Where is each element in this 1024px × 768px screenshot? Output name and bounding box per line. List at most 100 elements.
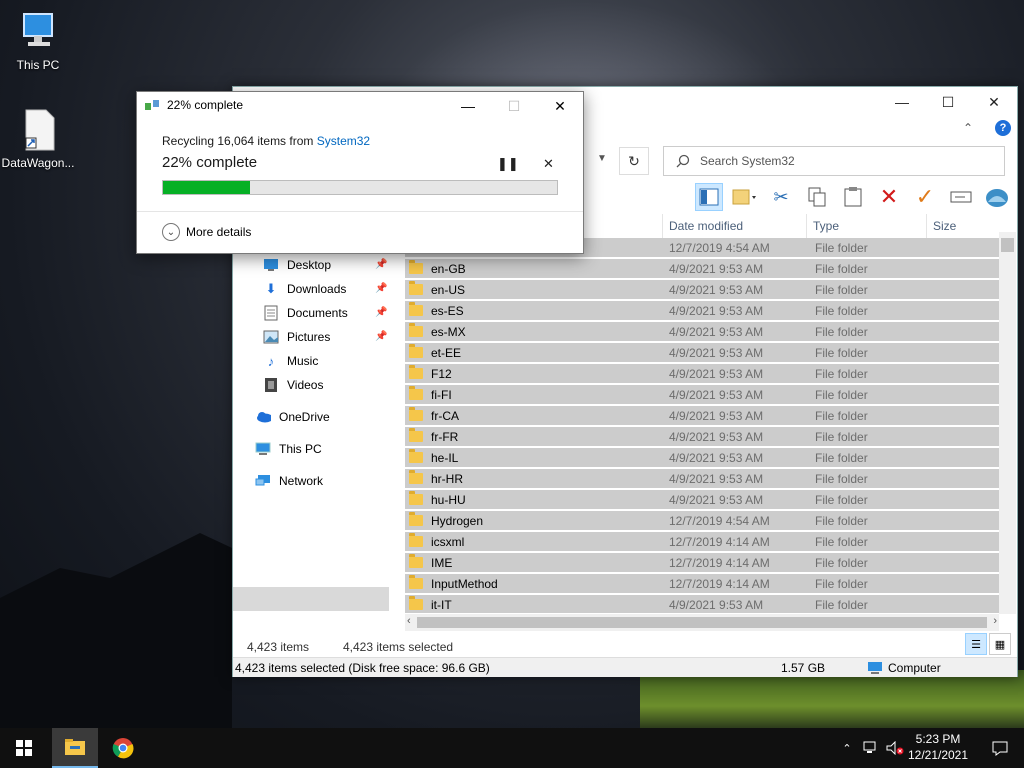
column-header-type[interactable]: Type — [807, 214, 927, 238]
nav-item-this-pc[interactable]: This PC — [255, 438, 322, 460]
file-type: File folder — [815, 240, 868, 255]
file-name-cell: Hydrogen — [405, 512, 663, 528]
pin-icon[interactable]: 📌 — [375, 283, 387, 294]
quick-toolbar: ✂ ✕ ✓ — [695, 183, 1011, 211]
minimize-button[interactable]: — — [879, 87, 925, 117]
taskbar-file-explorer[interactable] — [52, 728, 98, 768]
show-hidden-icons-icon[interactable]: ⌃ — [838, 728, 856, 768]
windows-logo-icon — [16, 740, 32, 756]
horizontal-scrollbar[interactable]: ‹ › — [405, 614, 999, 631]
large-icons-view-icon[interactable]: ▦ — [989, 633, 1011, 655]
progress-fill — [163, 181, 250, 194]
start-button[interactable] — [0, 728, 48, 768]
file-row[interactable]: fr-CA 4/9/2021 9:53 AM File folder — [405, 406, 999, 426]
pin-icon[interactable]: 📌 — [375, 259, 387, 270]
rename-icon[interactable] — [947, 183, 975, 211]
desktop-icon-datawagon[interactable]: DataWagon... — [0, 108, 76, 170]
more-details-button[interactable]: ⌄ More details — [162, 223, 251, 241]
file-type: File folder — [815, 387, 868, 402]
file-row[interactable]: it-IT 4/9/2021 9:53 AM File folder — [405, 595, 999, 613]
shell-icon[interactable] — [983, 183, 1011, 211]
maximize-button[interactable]: ☐ — [925, 87, 971, 117]
nav-item-network[interactable]: Network — [255, 470, 323, 492]
minimize-button[interactable]: — — [445, 92, 491, 120]
file-row[interactable]: hu-HU 4/9/2021 9:53 AM File folder — [405, 490, 999, 510]
file-name: es-ES — [431, 303, 464, 318]
window-controls: — ☐ ✕ — [879, 87, 1017, 117]
ribbon-collapse-icon[interactable]: ⌃ — [963, 121, 973, 135]
desktop-icon — [263, 257, 279, 273]
taskbar-chrome[interactable] — [100, 728, 146, 768]
file-type: File folder — [815, 471, 868, 486]
file-row[interactable]: F12 4/9/2021 9:53 AM File folder — [405, 364, 999, 384]
desktop-icon-this-pc[interactable]: This PC — [0, 10, 76, 72]
file-row[interactable]: fi-FI 4/9/2021 9:53 AM File folder — [405, 385, 999, 405]
file-date: 12/7/2019 4:14 AM — [669, 534, 770, 549]
cancel-button[interactable]: ✕ — [543, 156, 554, 172]
document-shortcut-icon — [25, 109, 55, 151]
chrome-icon — [112, 738, 134, 759]
file-row[interactable]: fr-FR 4/9/2021 9:53 AM File folder — [405, 427, 999, 447]
file-name-cell: it-IT — [405, 596, 663, 612]
scrollbar-thumb[interactable] — [1001, 238, 1014, 252]
preview-pane-icon[interactable] — [695, 183, 723, 211]
file-name-cell: fr-FR — [405, 428, 663, 444]
network-icon — [255, 473, 271, 489]
search-placeholder: Search System32 — [700, 154, 795, 168]
close-button[interactable]: ✕ — [971, 87, 1017, 117]
source-folder-link[interactable]: System32 — [317, 134, 370, 148]
pin-icon[interactable]: 📌 — [375, 307, 387, 318]
scroll-left-icon[interactable]: ‹ — [407, 615, 411, 627]
vertical-scrollbar[interactable] — [999, 232, 1016, 614]
close-button[interactable]: ✕ — [537, 92, 583, 120]
properties-dropdown-icon[interactable] — [731, 183, 759, 211]
nav-item-pictures[interactable]: Pictures — [263, 326, 330, 348]
navigation-pane: Desktop ⬇ Downloads Documents Pictures ♪… — [233, 238, 393, 638]
search-input[interactable]: Search System32 — [663, 146, 1005, 176]
volume-muted-icon[interactable] — [884, 728, 906, 768]
nav-item-downloads[interactable]: ⬇ Downloads — [263, 278, 347, 300]
scroll-right-icon[interactable]: › — [993, 615, 997, 627]
progress-bar — [162, 180, 558, 195]
file-row[interactable]: he-IL 4/9/2021 9:53 AM File folder — [405, 448, 999, 468]
pause-button[interactable]: ❚❚ — [497, 156, 519, 172]
nav-item-onedrive[interactable]: OneDrive — [255, 406, 330, 428]
file-row[interactable]: et-EE 4/9/2021 9:53 AM File folder — [405, 343, 999, 363]
network-status-icon[interactable] — [860, 728, 882, 768]
action-center-icon[interactable] — [980, 728, 1020, 768]
nav-item-documents[interactable]: Documents — [263, 302, 348, 324]
file-row[interactable]: es-ES 4/9/2021 9:53 AM File folder — [405, 301, 999, 321]
details-view-icon[interactable]: ☰ — [965, 633, 987, 655]
documents-icon — [263, 305, 279, 321]
file-row[interactable]: InputMethod 12/7/2019 4:14 AM File folder — [405, 574, 999, 594]
address-dropdown-icon[interactable]: ▼ — [597, 153, 607, 164]
file-name-cell: et-EE — [405, 344, 663, 360]
column-header-date-modified[interactable]: Date modified — [663, 214, 807, 238]
file-type: File folder — [815, 513, 868, 528]
nav-item-music[interactable]: ♪ Music — [263, 350, 319, 372]
clock[interactable]: 5:23 PM 12/21/2021 — [904, 731, 972, 763]
delete-icon[interactable]: ✕ — [875, 183, 903, 211]
nav-item-desktop[interactable]: Desktop — [263, 254, 331, 276]
folder-icon — [409, 554, 423, 568]
help-icon[interactable]: ? — [995, 120, 1011, 136]
file-row[interactable]: IME 12/7/2019 4:14 AM File folder — [405, 553, 999, 573]
file-row[interactable]: icsxml 12/7/2019 4:14 AM File folder — [405, 532, 999, 552]
cut-icon[interactable]: ✂ — [767, 183, 795, 211]
refresh-button[interactable]: ↻ — [619, 147, 649, 175]
copy-icon[interactable] — [803, 183, 831, 211]
file-name: F12 — [431, 366, 452, 381]
dialog-titlebar: 22% complete — [145, 98, 243, 112]
file-row[interactable]: en-US 4/9/2021 9:53 AM File folder — [405, 280, 999, 300]
file-row[interactable]: es-MX 4/9/2021 9:53 AM File folder — [405, 322, 999, 342]
column-header-size[interactable]: Size — [927, 214, 999, 238]
file-row[interactable]: en-GB 4/9/2021 9:53 AM File folder — [405, 259, 999, 279]
scrollbar-thumb[interactable] — [417, 617, 987, 628]
nav-item-videos[interactable]: Videos — [263, 374, 323, 396]
rename-check-icon[interactable]: ✓ — [911, 183, 939, 211]
paste-icon[interactable] — [839, 183, 867, 211]
file-row[interactable]: hr-HR 4/9/2021 9:53 AM File folder — [405, 469, 999, 489]
pin-icon[interactable]: 📌 — [375, 331, 387, 342]
file-row[interactable]: Hydrogen 12/7/2019 4:54 AM File folder — [405, 511, 999, 531]
nav-item-label: Videos — [287, 378, 324, 392]
